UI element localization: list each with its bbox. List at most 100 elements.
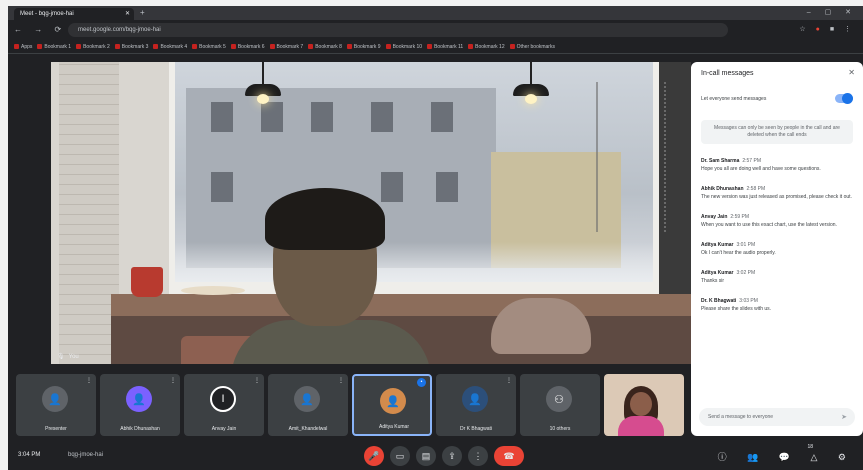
bookmark-icon [346, 44, 352, 49]
bookmark-item[interactable]: Other bookmarks [509, 42, 555, 51]
bookmark-item[interactable]: Bookmark 7 [269, 42, 303, 51]
message-sender: Dr. Sam Sharma [701, 158, 740, 164]
participant-tile[interactable]: ⋮ 👤 Dr K Bhagwati [436, 374, 516, 436]
bookmark-item[interactable]: Bookmark 4 [153, 42, 187, 51]
browser-tab[interactable]: Meet - bqg-jmoe-hai ✕ [14, 8, 134, 20]
participant-tile[interactable]: ⋮ I Anvay Jain [184, 374, 264, 436]
bookmark-item[interactable]: Bookmark 1 [37, 42, 71, 51]
message-text: Hope you all are doing well and have som… [701, 166, 821, 172]
captions-icon: ▤ [421, 450, 431, 461]
mic-icon: 🎙 [57, 354, 65, 360]
close-tab-icon[interactable]: ✕ [125, 10, 130, 17]
mic-off-icon: ⋮ [338, 378, 344, 384]
participant-tile[interactable]: ⋮ 👤 Abhik Dhunashan [100, 374, 180, 436]
bookmark-item[interactable]: Bookmark 5 [192, 42, 226, 51]
participant-tile-active[interactable]: • 👤 Aditya Kumar [352, 374, 432, 436]
more-options-button[interactable]: ⋮ [468, 446, 488, 466]
address-text: meet.google.com/bqg-jmoe-hai [78, 27, 161, 33]
chat-message: Aditya Kumar 3:01 PM Ok I can't hear the … [701, 242, 855, 257]
participant-tile[interactable] [604, 374, 684, 436]
avatar: 👤 [126, 386, 152, 412]
bookmark-icon [509, 44, 515, 49]
side-panel-icons[interactable]: ⓘ 👥 💬 △ ⚙ [718, 450, 855, 463]
camera-icon: ▭ [395, 450, 405, 461]
counter [111, 294, 691, 316]
extension-icons[interactable]: ☆ ● ■ ⋮ [799, 25, 855, 33]
address-bar[interactable]: meet.google.com/bqg-jmoe-hai [68, 23, 728, 37]
more-vert-icon: ⋮ [473, 450, 483, 461]
main-video-feed[interactable]: 🎙 You [51, 62, 691, 364]
bookmarks-bar: Apps Bookmark 1 Bookmark 2 Bookmark 3 Bo… [8, 40, 863, 54]
message-sender: Aditya Kumar [701, 270, 734, 276]
chat-panel: In-call messages ✕ Let everyone send mes… [691, 62, 863, 436]
bookmark-icon [269, 44, 275, 49]
message-time: 3:02 PM [736, 270, 756, 276]
person-hair [265, 188, 385, 250]
participant-tile[interactable]: ⋮ 👤 Amit_Khandelwal [268, 374, 348, 436]
bookmark-item[interactable]: Bookmark 12 [468, 42, 505, 51]
bookmark-item[interactable]: Bookmark 6 [230, 42, 265, 51]
participant-name: Amit_Khandelwal [288, 426, 328, 432]
bookmark-item[interactable]: Bookmark 8 [308, 42, 342, 51]
building-window [381, 172, 403, 202]
bookmark-icon [114, 44, 120, 49]
message-text: The new version was just released as pro… [701, 194, 852, 200]
participant-tile[interactable]: ⋮ 👤 Presenter [16, 374, 96, 436]
message-sender: Anvay Jain [701, 214, 728, 220]
bookmark-item[interactable]: Bookmark 3 [114, 42, 148, 51]
plate [181, 286, 245, 295]
bookmark-item[interactable]: Bookmark 10 [385, 42, 422, 51]
bookmark-icon [427, 44, 433, 49]
leave-call-button[interactable]: ☎ [494, 446, 524, 466]
bookmark-item[interactable]: Apps [14, 42, 32, 51]
speaker-name: You [68, 353, 79, 360]
bookmark-icon [14, 44, 19, 49]
bookmark-item[interactable]: Bookmark 9 [346, 42, 381, 51]
send-icon[interactable]: ➤ [841, 413, 847, 421]
speaker-label: 🎙 You [57, 353, 79, 361]
chat-message: Aditya Kumar 3:02 PM Thanks sir [701, 270, 855, 285]
present-icon: ⇪ [448, 450, 456, 461]
building-window [436, 172, 458, 202]
bookmark-icon [37, 44, 43, 49]
nav-icons[interactable]: ← → ⟳ [14, 25, 66, 34]
meeting-controls-bar: 3:04 PM bqg-jmoe-hai 🎤 ▭ ▤ ⇪ ⋮ ☎ 18 ⓘ 👥 … [8, 442, 863, 470]
message-sender: Dr. K Bhagwati [701, 298, 737, 304]
letter-avatar: I [210, 386, 236, 412]
participant-name: Abhik Dhunashan [120, 426, 160, 432]
message-sender: Abhik Dhunashan [701, 186, 744, 192]
snow [175, 242, 653, 282]
message-time: 2:59 PM [730, 214, 750, 220]
avatar: 👤 [462, 386, 488, 412]
participant-name: 10 others [549, 426, 571, 432]
tab-title: Meet - bqg-jmoe-hai [20, 11, 74, 17]
present-button[interactable]: ⇪ [442, 446, 462, 466]
mic-toggle-button[interactable]: 🎤 [364, 446, 384, 466]
message-text: When you want to use this exact chart, u… [701, 222, 837, 228]
chat-input[interactable]: Send a message to everyone [699, 408, 855, 426]
messages-toggle[interactable] [835, 93, 853, 104]
basket [491, 298, 591, 354]
close-icon[interactable]: ✕ [848, 68, 855, 77]
end-call-icon: ☎ [503, 450, 515, 461]
toggle-label: Let everyone send messages [701, 96, 767, 102]
window-controls[interactable]: – ▢ ✕ [807, 8, 857, 16]
others-tile[interactable]: ⚇ 10 others [520, 374, 600, 436]
camera-toggle-button[interactable]: ▭ [390, 446, 410, 466]
bookmark-icon [192, 44, 198, 49]
mic-off-icon: ⋮ [506, 378, 512, 384]
bookmark-item[interactable]: Bookmark 2 [76, 42, 110, 51]
message-time: 2:57 PM [742, 158, 761, 164]
bookmark-item[interactable]: Bookmark 11 [427, 42, 463, 51]
chat-message: Dr. Sam Sharma 2:57 PM Hope you all are d… [701, 158, 855, 173]
avatar: 👤 [42, 386, 68, 412]
chat-title: In-call messages [701, 70, 754, 77]
message-sender: Aditya Kumar [701, 242, 734, 248]
person-shirt [618, 416, 664, 436]
participant-name: Dr K Bhagwati [460, 426, 492, 432]
new-tab-icon[interactable]: + [140, 8, 145, 17]
message-text: Please share the slides with us. [701, 306, 772, 312]
tree [596, 82, 666, 232]
captions-button[interactable]: ▤ [416, 446, 436, 466]
building-window [311, 102, 333, 132]
